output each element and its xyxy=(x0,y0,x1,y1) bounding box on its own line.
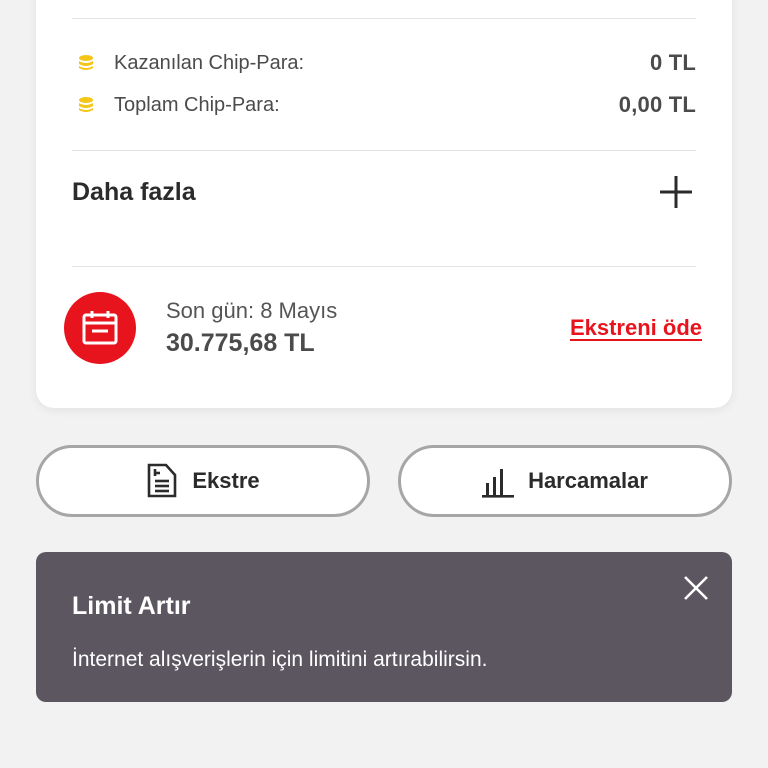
due-amount: 30.775,68 TL xyxy=(166,329,315,357)
divider xyxy=(72,18,696,19)
page: Kazanılan Chip-Para: 0 TL Toplam Chip-Pa… xyxy=(0,0,768,768)
earned-chip-row: Kazanılan Chip-Para: 0 TL xyxy=(76,48,696,78)
card-summary: Kazanılan Chip-Para: 0 TL Toplam Chip-Pa… xyxy=(36,0,732,408)
statement-button[interactable]: Ekstre xyxy=(36,445,370,517)
expand-button[interactable] xyxy=(656,172,696,212)
divider xyxy=(72,266,696,267)
total-chip-value: 0,00 TL xyxy=(618,92,696,117)
payment-due-info: Son gün: 8 Mayıs 30.775,68 TL xyxy=(166,296,570,360)
total-chip-label: Toplam Chip-Para: xyxy=(114,93,280,116)
due-date-label: Son gün: 8 Mayıs xyxy=(166,298,338,323)
payment-due-row: Son gün: 8 Mayıs 30.775,68 TL Ekstreni ö… xyxy=(64,290,702,366)
spending-label: Harcamalar xyxy=(528,468,648,493)
banner-title: Limit Artır xyxy=(72,592,191,620)
earned-chip-label: Kazanılan Chip-Para: xyxy=(114,51,305,74)
calendar-badge xyxy=(64,292,136,364)
coin-stack-icon xyxy=(79,55,93,70)
coin-stack-icon xyxy=(79,97,93,112)
plus-icon xyxy=(660,176,692,208)
more-details-label: Daha fazla xyxy=(72,177,196,206)
statement-label: Ekstre xyxy=(192,468,260,493)
close-icon[interactable] xyxy=(682,574,710,602)
calendar-icon xyxy=(82,311,118,345)
banner-text: İnternet alışverişlerin için limitini ar… xyxy=(72,648,488,671)
spending-button[interactable]: Harcamalar xyxy=(398,445,732,517)
document-list-icon xyxy=(148,463,177,498)
total-chip-row: Toplam Chip-Para: 0,00 TL xyxy=(76,90,696,120)
divider xyxy=(72,150,696,151)
pay-statement-link[interactable]: Ekstreni öde xyxy=(570,315,702,341)
more-details-row[interactable]: Daha fazla xyxy=(72,168,696,216)
limit-increase-banner[interactable]: Limit Artır İnternet alışverişlerin için… xyxy=(36,552,732,702)
bar-chart-icon xyxy=(482,469,515,498)
earned-chip-value: 0 TL xyxy=(649,50,696,75)
